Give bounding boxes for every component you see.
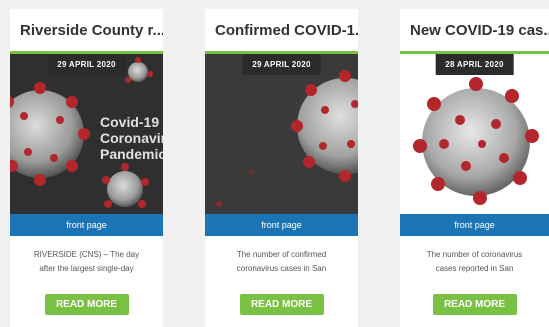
date-badge: 28 APRIL 2020 — [435, 54, 514, 75]
excerpt-line: The number of confirmed — [236, 250, 327, 259]
article-thumbnail[interactable]: 29 APRIL 2020 — [205, 54, 358, 214]
article-thumbnail[interactable]: 28 APRIL 2020 — [400, 54, 549, 214]
excerpt: RIVERSIDE (CNS) – The day after the larg… — [10, 236, 163, 294]
card-title[interactable]: Riverside County r... — [10, 9, 163, 54]
category-link[interactable]: front page — [10, 214, 163, 236]
image-caption-line: Coronavir — [100, 130, 163, 146]
article-card-1: Riverside County r... Covid-19 Coronavir… — [10, 9, 163, 327]
excerpt: The number of confirmed coronavirus case… — [205, 236, 358, 294]
excerpt-line: coronavirus cases in San — [236, 264, 327, 273]
date-badge: 29 APRIL 2020 — [47, 54, 126, 75]
excerpt-line: RIVERSIDE (CNS) – The day — [33, 250, 140, 259]
coronavirus-image — [400, 54, 549, 214]
article-thumbnail[interactable]: Covid-19 Coronavir Pandemic 29 APRIL 202… — [10, 54, 163, 214]
excerpt-line: cases reported in San — [435, 264, 514, 273]
category-link[interactable]: front page — [400, 214, 549, 236]
article-card-2: Confirmed COVID-1... 29 APRIL 2020 front… — [205, 9, 358, 327]
excerpt: The number of coronavirus cases reported… — [400, 236, 549, 294]
coronavirus-image — [205, 54, 358, 214]
image-caption: Covid-19 Coronavir Pandemic — [100, 114, 163, 162]
excerpt-line: The number of coronavirus — [426, 250, 523, 259]
card-title[interactable]: New COVID-19 cas... — [400, 9, 549, 54]
article-card-3: New COVID-19 cas... 28 APRIL 2020 front — [400, 9, 549, 327]
image-caption-line: Covid-19 — [100, 114, 160, 130]
excerpt-line: after the largest single-day — [39, 264, 134, 273]
date-badge: 29 APRIL 2020 — [242, 54, 321, 75]
card-title[interactable]: Confirmed COVID-1... — [205, 9, 358, 54]
read-more-button[interactable]: READ MORE — [239, 294, 324, 315]
category-link[interactable]: front page — [205, 214, 358, 236]
image-caption-line: Pandemic — [100, 146, 163, 162]
read-more-button[interactable]: READ MORE — [432, 294, 517, 315]
read-more-button[interactable]: READ MORE — [44, 294, 129, 315]
